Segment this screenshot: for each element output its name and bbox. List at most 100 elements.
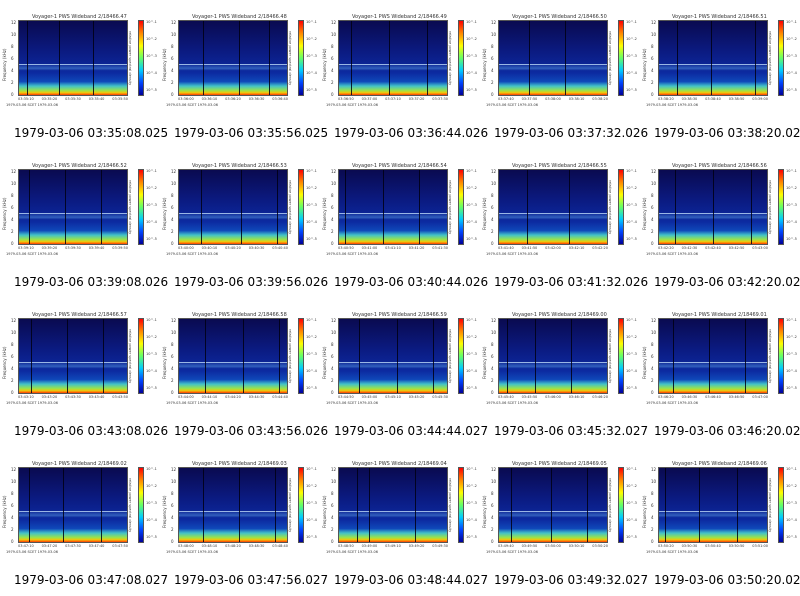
y-tick-label: 10 [651,479,657,484]
y-tick-label: 8 [171,193,174,198]
y-tick-label: 10 [171,32,177,37]
y-tick-label: 2 [331,229,334,234]
x-tick-label: 03:38:50 [728,97,745,101]
x-tick-label: 03:41:10 [385,246,401,250]
y-tick-label: 4 [331,366,334,371]
y-axis-label: Frequency (kHz) [162,48,167,82]
x-tick-label: 03:50:10 [568,544,585,548]
thumbnail-cell[interactable]: Voyager-1 PWS Wideband 2/18466.52 Freque… [0,149,168,298]
y-tick-label: 12 [651,318,657,323]
y-tick-label: 0 [171,539,174,544]
spectrogram-streak [201,170,202,244]
thumbnail-cell[interactable]: Voyager-1 PWS Wideband 2/18466.48 Freque… [160,0,328,149]
y-tick-label: 6 [11,56,14,61]
colorbar-tick-label: 10^-1 [306,467,317,471]
thumbnail-cell[interactable]: Voyager-1 PWS Wideband 2/18469.01 Freque… [640,298,800,447]
colorbar-tick-label: 10^-2 [146,37,157,41]
thumbnail-cell[interactable]: Voyager-1 PWS Wideband 2/18469.00 Freque… [480,298,648,447]
colorbar-tick-label: 10^-4 [786,71,797,75]
thumbnail-cell[interactable]: Voyager-1 PWS Wideband 2/18469.06 Freque… [640,447,800,596]
thumbnail-timestamp: 1979-03-06 03:43:08.026 [14,424,169,438]
y-tick-label: 8 [171,342,174,347]
y-axis-label: Frequency (kHz) [162,346,167,380]
spectrogram-streak [369,468,370,542]
colorbar-label: relative power spectral density [448,179,452,235]
spectrogram-image [18,169,128,245]
y-tick-label: 10 [11,181,17,186]
y-tick-label: 6 [171,56,174,61]
spectrogram-image [18,318,128,394]
colorbar-tick-label: 10^-4 [466,518,477,522]
colorbar [618,169,624,245]
colorbar-tick-label: 10^-4 [626,369,637,373]
colorbar-tick-label: 10^-3 [786,203,797,207]
spectrogram-streak [751,170,752,244]
thumbnail-cell[interactable]: Voyager-1 PWS Wideband 2/18466.53 Freque… [160,149,328,298]
colorbar-tick-label: 10^-1 [626,20,637,24]
y-tick-label: 0 [331,539,334,544]
thumbnail-cell[interactable]: Voyager-1 PWS Wideband 2/18466.54 Freque… [320,149,488,298]
colorbar-tick-label: 10^-1 [306,20,317,24]
thumbnail-cell[interactable]: Voyager-1 PWS Wideband 2/18466.58 Freque… [160,298,328,447]
thumbnail-cell[interactable]: Voyager-1 PWS Wideband 2/18466.56 Freque… [640,149,800,298]
thumbnail-cell[interactable]: Voyager-1 PWS Wideband 2/18469.05 Freque… [480,447,648,596]
y-tick-label: 6 [491,205,494,210]
x-tick-label: 03:38:20 [592,97,608,101]
scet-footer: 1979-03-06 SCET 1979-03-06 [6,550,58,554]
spectrogram-streak [529,21,530,95]
y-axis-label: Frequency (kHz) [162,197,167,231]
colorbar [458,20,464,96]
thumbnail-cell[interactable]: Voyager-1 PWS Wideband 2/18466.49 Freque… [320,0,488,149]
spectrogram-streak [511,468,512,542]
thumbnail-cell[interactable]: Voyager-1 PWS Wideband 2/18469.03 Freque… [160,447,328,596]
colorbar-tick-label: 10^-5 [786,386,797,390]
colorbar-tick-label: 10^-1 [786,20,797,24]
spectrogram-streak [101,170,102,244]
y-axis-label: Frequency (kHz) [642,197,647,231]
spectrogram-streak [243,319,244,393]
y-tick-label: 4 [171,515,174,520]
thumbnail-cell[interactable]: Voyager-1 PWS Wideband 2/18469.02 Freque… [0,447,168,596]
colorbar-tick-label: 10^-1 [306,318,317,322]
y-tick-label: 12 [171,169,177,174]
colorbar-tick-label: 10^-1 [466,169,477,173]
colorbar [458,169,464,245]
x-tick-label: 03:35:40 [88,97,105,101]
y-axis-label: Frequency (kHz) [642,495,647,529]
y-tick-label: 12 [651,467,657,472]
thumbnail-cell[interactable]: Voyager-1 PWS Wideband 2/18469.04 Freque… [320,447,488,596]
x-tick-label: 03:48:40 [272,544,288,548]
colorbar-tick-label: 10^-3 [306,501,317,505]
thumbnail-cell[interactable]: Voyager-1 PWS Wideband 2/18466.50 Freque… [480,0,648,149]
colorbar-tick-label: 10^-2 [466,37,477,41]
spectrogram-streak [571,319,572,393]
thumbnail-cell[interactable]: Voyager-1 PWS Wideband 2/18466.57 Freque… [0,298,168,447]
scet-footer: 1979-03-06 SCET 1979-03-06 [166,550,218,554]
y-tick-label: 2 [651,527,654,532]
y-tick-label: 4 [651,68,654,73]
thumbnail-cell[interactable]: Voyager-1 PWS Wideband 2/18466.59 Freque… [320,298,488,447]
y-tick-label: 2 [331,527,334,532]
thumbnail-cell[interactable]: Voyager-1 PWS Wideband 2/18466.51 Freque… [640,0,800,149]
y-tick-label: 8 [651,44,654,49]
y-axis-label: Frequency (kHz) [482,346,487,380]
x-tick-label: 03:35:50 [112,97,128,101]
colorbar-tick-label: 10^-5 [626,386,637,390]
spectrogram-streak [29,468,30,542]
thumbnail-cell[interactable]: Voyager-1 PWS Wideband 2/18466.55 Freque… [480,149,648,298]
x-tick-label: 03:37:30 [432,97,448,101]
spectrogram-streak [29,170,30,244]
y-tick-label: 8 [651,193,654,198]
y-tick-label: 10 [331,330,337,335]
y-tick-label: 10 [491,330,497,335]
y-tick-label: 0 [11,92,14,97]
spectrogram-image [498,467,608,543]
spectrogram-streak [239,21,240,95]
y-tick-label: 6 [651,503,654,508]
thumbnail-cell[interactable]: Voyager-1 PWS Wideband 2/18466.47 Freque… [0,0,168,149]
y-tick-label: 10 [491,479,497,484]
colorbar-tick-label: 10^-1 [466,467,477,471]
x-tick-label: 03:47:00 [752,395,768,399]
scet-footer: 1979-03-06 SCET 1979-03-06 [326,252,378,256]
x-tick-label: 03:42:50 [728,246,745,250]
